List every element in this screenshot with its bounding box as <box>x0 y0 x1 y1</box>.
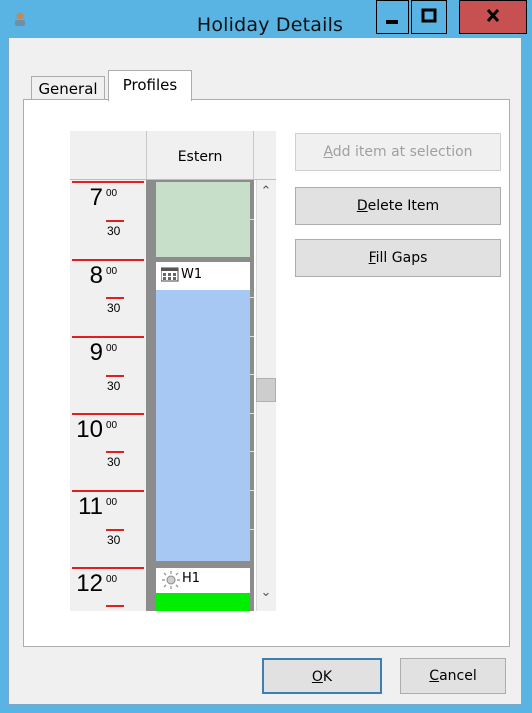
add-label-post: dd item at selection <box>332 144 473 160</box>
half-hour-line <box>106 605 124 607</box>
hour-line <box>72 413 144 415</box>
fill-label-post: ill Gaps <box>375 250 428 266</box>
hour-line <box>72 181 144 183</box>
half-hour-line <box>106 375 124 377</box>
half-hour-line <box>106 529 124 531</box>
appointment-w1-body[interactable] <box>156 290 250 561</box>
scroll-down-icon[interactable]: ⌄ <box>259 585 273 600</box>
tab-profiles[interactable]: Profiles <box>108 70 192 101</box>
hour-label: 9 <box>89 339 103 366</box>
close-button[interactable] <box>459 0 527 34</box>
delete-label-post: elete Item <box>367 198 440 214</box>
week-calendar-icon <box>160 267 179 282</box>
half-hour-line <box>106 220 124 222</box>
slot-divider <box>250 451 254 452</box>
minutes-label: 00 <box>106 497 118 508</box>
maximize-icon <box>421 8 437 23</box>
slot-divider <box>250 490 254 491</box>
column-header-estern[interactable]: Estern <box>146 131 254 180</box>
half-hour-label: 30 <box>107 224 121 238</box>
delete-label-mnemonic: D <box>356 198 368 214</box>
slot-divider <box>250 529 254 530</box>
fill-gaps-button[interactable]: Fill Gaps <box>295 239 501 277</box>
hour-label: 10 <box>76 416 103 443</box>
appointment-w1-label: W1 <box>181 267 203 282</box>
hour-label: 8 <box>89 262 103 289</box>
slot-divider <box>250 336 254 337</box>
cancel-label-post: ancel <box>439 668 477 684</box>
appointment-h1-label: H1 <box>182 571 201 586</box>
hour-label: 11 <box>78 493 103 520</box>
cancel-label-mnemonic: C <box>429 668 440 684</box>
fill-label-mnemonic: F <box>368 250 376 266</box>
hour-label: 12 <box>76 570 103 597</box>
time-header-blank <box>70 131 146 180</box>
hour-line <box>72 259 144 261</box>
delete-item-button[interactable]: Delete Item <box>295 187 501 225</box>
half-hour-line <box>106 451 124 453</box>
minutes-label: 00 <box>106 420 118 431</box>
half-hour-label: 30 <box>107 301 121 315</box>
add-label-mnemonic: A <box>323 144 333 160</box>
holiday-sun-icon <box>162 571 180 589</box>
slot-divider <box>250 413 254 414</box>
title-bar[interactable]: Holiday Details <box>0 0 532 36</box>
minutes-label: 00 <box>106 574 118 585</box>
hour-label: 7 <box>89 184 103 211</box>
minutes-label: 00 <box>106 188 118 199</box>
hour-line <box>72 490 144 492</box>
ok-label-post: K <box>322 669 333 685</box>
appointment-h1-header[interactable]: H1 <box>156 568 250 593</box>
half-hour-label: 30 <box>107 379 121 393</box>
tab-general[interactable]: General <box>31 76 105 100</box>
half-hour-label: 30 <box>107 533 121 547</box>
ok-label-mnemonic: O <box>311 669 323 685</box>
half-hour-label: 30 <box>107 455 121 469</box>
appointment-h1-bar[interactable] <box>156 593 250 611</box>
scrollbar-thumb[interactable] <box>256 378 276 402</box>
add-item-at-selection-button[interactable]: Add item at selection <box>295 133 501 171</box>
window-title: Holiday Details <box>196 14 344 36</box>
cancel-button[interactable]: Cancel <box>400 658 506 694</box>
slot-divider <box>250 297 254 298</box>
maximize-button[interactable] <box>411 0 447 34</box>
dialog-content: General Profiles Estern 7 00 30 8 00 30 … <box>8 37 522 705</box>
slot-divider <box>250 219 254 220</box>
hour-line <box>72 336 144 338</box>
person-app-icon <box>15 12 25 26</box>
day-column-estern[interactable]: W1 H1 <box>146 180 254 611</box>
free-slot-block[interactable] <box>156 182 250 257</box>
minimize-icon <box>386 20 398 24</box>
minutes-label: 00 <box>106 343 118 354</box>
hour-line <box>72 567 144 569</box>
column-header-tail <box>254 131 276 180</box>
scroll-up-icon[interactable]: ⌃ <box>259 184 273 199</box>
minimize-button[interactable] <box>376 0 409 34</box>
minutes-label: 00 <box>106 266 118 277</box>
slot-divider <box>250 374 254 375</box>
close-icon <box>486 8 500 23</box>
appointment-w1-header[interactable]: W1 <box>156 262 250 290</box>
half-hour-line <box>106 297 124 299</box>
ok-button[interactable]: OK <box>262 658 382 694</box>
